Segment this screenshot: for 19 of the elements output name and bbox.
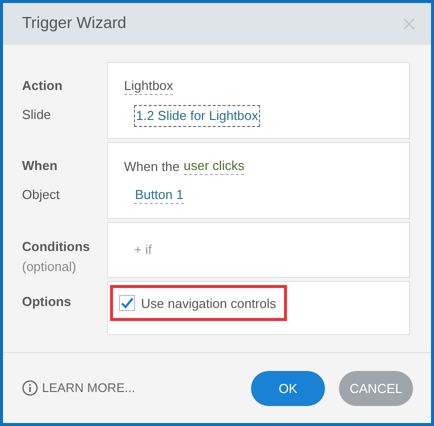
learn-more-link[interactable]: LEARN MORE...	[42, 381, 136, 395]
target-link[interactable]: Button 1	[134, 187, 184, 204]
event-link[interactable]: user clicks	[184, 158, 244, 175]
field-label: Slide	[22, 106, 51, 124]
add-condition-link[interactable]: + if	[134, 242, 152, 257]
window-title: Trigger Wizard	[22, 15, 126, 33]
sentence-text: When the	[124, 159, 180, 174]
field-label: Conditions	[22, 238, 90, 256]
field-label: Options	[22, 293, 72, 311]
field-note: (optional)	[22, 258, 76, 276]
checkbox-label: Use navigation controls	[141, 296, 276, 310]
info-icon[interactable]	[22, 380, 38, 396]
choice-link[interactable]: Lightbox	[124, 78, 174, 95]
checkbox[interactable]	[119, 295, 135, 311]
ok-button[interactable]: OK	[251, 370, 325, 406]
target-link[interactable]: 1.2 Slide for Lightbox	[134, 104, 260, 126]
field-label: Object	[22, 186, 60, 204]
field-label: When	[22, 157, 58, 175]
field-label: Action	[22, 77, 62, 95]
